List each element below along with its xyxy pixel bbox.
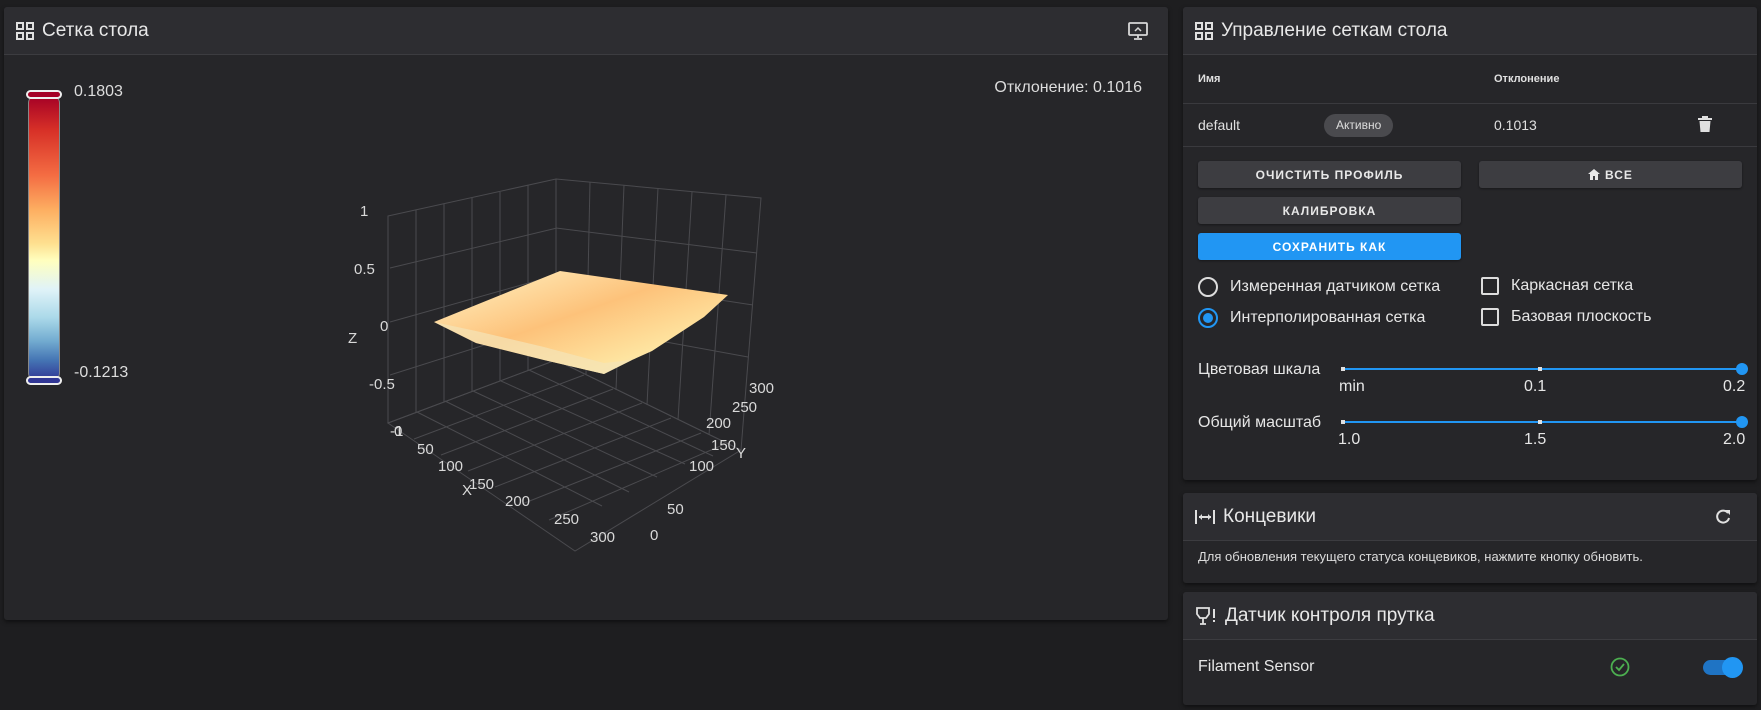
bed-mesh-title: Сетка стола xyxy=(42,19,149,41)
overall-scale-label: Общий масштаб xyxy=(1198,414,1322,431)
slider-tick xyxy=(1538,420,1542,424)
z-tick: 0.5 xyxy=(354,261,375,278)
x-tick: 250 xyxy=(554,511,579,528)
z-tick: 1 xyxy=(360,203,368,220)
endstops-header: Концевики xyxy=(1183,493,1757,541)
sensor-toggle[interactable] xyxy=(1703,657,1743,678)
home-icon xyxy=(1588,169,1601,180)
slider-thumb[interactable] xyxy=(1736,416,1748,428)
slider-tick-label: 1.5 xyxy=(1524,431,1547,448)
overall-scale-slider[interactable] xyxy=(1341,416,1748,428)
table-row[interactable]: default Активно 0.1013 xyxy=(1183,104,1757,147)
y-tick: 50 xyxy=(667,501,684,518)
mesh-management-card: Управление сеткам стола Имя Отклонение d… xyxy=(1183,7,1757,480)
slider-tick-label: 0.1 xyxy=(1524,378,1547,395)
home-all-button[interactable]: ВСЕ xyxy=(1479,161,1742,188)
sensor-name: Filament Sensor xyxy=(1198,658,1315,675)
checkbox[interactable] xyxy=(1481,308,1499,326)
x-axis-label: X xyxy=(462,482,472,499)
bed-mesh-card: Сетка стола 0.1803 -0.1213 Отклонение: 0… xyxy=(4,7,1168,620)
x-tick: 150 xyxy=(469,476,494,493)
checkbox-base-plane[interactable]: Базовая плоскость xyxy=(1481,308,1651,326)
y-tick: 200 xyxy=(706,415,731,432)
refresh-icon[interactable] xyxy=(1715,509,1731,525)
filament-sensor-title: Датчик контроля прутка xyxy=(1225,604,1435,626)
z-axis-label: Z xyxy=(348,330,357,347)
radio-probed-label: Измеренная датчиком сетка xyxy=(1230,278,1441,295)
slider-tick-label: min xyxy=(1339,378,1365,395)
save-as-button[interactable]: СОХРАНИТЬ КАК xyxy=(1198,233,1461,260)
checkbox[interactable] xyxy=(1481,277,1499,295)
col-deviation[interactable]: Отклонение xyxy=(1494,73,1559,85)
trash-icon[interactable] xyxy=(1698,116,1712,132)
endstops-title: Концевики xyxy=(1223,505,1316,527)
clear-profile-button[interactable]: ОЧИСТИТЬ ПРОФИЛЬ xyxy=(1198,161,1461,188)
z-tick: -0.5 xyxy=(369,376,395,393)
y-tick: 150 xyxy=(711,437,736,454)
x-tick: 50 xyxy=(417,441,434,458)
y-tick: 0 xyxy=(650,527,658,544)
radio-button-selected[interactable] xyxy=(1198,308,1218,328)
slider-tick xyxy=(1341,420,1345,424)
wireframe-label: Каркасная сетка xyxy=(1511,277,1634,294)
y-tick: 250 xyxy=(732,399,757,416)
z-tick: 0 xyxy=(380,318,388,335)
radio-probed-mesh[interactable]: Измеренная датчиком сетка xyxy=(1198,277,1440,297)
bed-mesh-header: Сетка стола xyxy=(4,7,1168,55)
filament-sensor-icon xyxy=(1195,606,1217,626)
grid-icon xyxy=(1195,21,1213,40)
checkbox-wireframe[interactable]: Каркасная сетка xyxy=(1481,277,1633,295)
check-circle-icon xyxy=(1610,657,1630,677)
endstops-card: Концевики Для обновления текущего статус… xyxy=(1183,493,1757,583)
profile-name[interactable]: default xyxy=(1198,117,1240,133)
radio-button[interactable] xyxy=(1198,277,1218,297)
profiles-table-header: Имя Отклонение xyxy=(1183,55,1757,104)
slider-tick xyxy=(1341,367,1345,371)
x-tick: 300 xyxy=(590,529,615,546)
calibrate-button[interactable]: КАЛИБРОВКА xyxy=(1198,197,1461,224)
col-name[interactable]: Имя xyxy=(1198,73,1220,85)
y-axis-label: Y xyxy=(736,445,746,462)
status-badge: Активно xyxy=(1324,114,1394,137)
radio-interpolated-mesh[interactable]: Интерполированная сетка xyxy=(1198,308,1425,328)
base-plane-label: Базовая плоскость xyxy=(1511,308,1652,325)
endstops-message: Для обновления текущего статуса концевик… xyxy=(1198,549,1643,564)
filament-sensor-card: Датчик контроля прутка Filament Sensor xyxy=(1183,592,1757,705)
profile-deviation: 0.1013 xyxy=(1494,117,1537,133)
mesh-3d-plot[interactable]: 1 0.5 0 -0.5 -1 Z 0 50 100 150 200 250 3… xyxy=(4,55,1168,620)
x-tick: 100 xyxy=(438,458,463,475)
color-scale-label: Цветовая шкала xyxy=(1198,361,1321,378)
radio-interpolated-label: Интерполированная сетка xyxy=(1230,309,1426,326)
mesh-management-header: Управление сеткам стола xyxy=(1183,7,1757,55)
monitor-icon[interactable] xyxy=(1128,21,1148,40)
mesh-management-title: Управление сеткам стола xyxy=(1221,19,1448,41)
home-all-label: ВСЕ xyxy=(1605,167,1633,182)
slider-tick-label: 0.2 xyxy=(1723,378,1746,395)
color-scale-slider[interactable] xyxy=(1341,363,1748,375)
x-tick: 0 xyxy=(394,423,402,440)
slider-thumb[interactable] xyxy=(1736,363,1748,375)
endstop-icon xyxy=(1195,509,1215,525)
y-tick: 300 xyxy=(749,380,774,397)
filament-sensor-header: Датчик контроля прутка xyxy=(1183,592,1757,640)
slider-tick-label: 1.0 xyxy=(1338,431,1361,448)
slider-tick xyxy=(1538,367,1542,371)
grid-icon xyxy=(16,21,34,40)
y-tick: 100 xyxy=(689,458,714,475)
x-tick: 200 xyxy=(505,493,530,510)
slider-tick-label: 2.0 xyxy=(1723,431,1746,448)
